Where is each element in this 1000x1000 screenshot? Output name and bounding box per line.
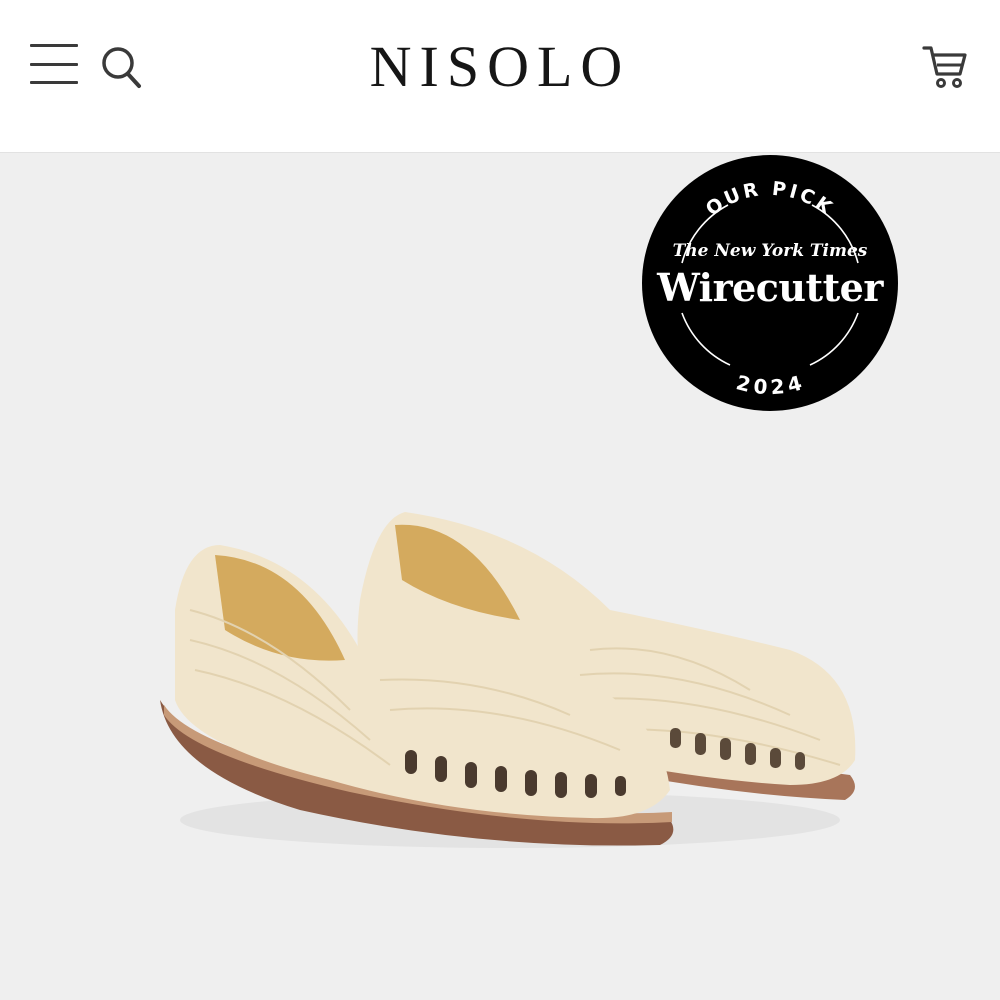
badge-title: Wirecutter xyxy=(657,265,883,310)
shopping-cart-icon[interactable] xyxy=(922,44,970,90)
brand-logo[interactable]: NISOLO xyxy=(0,32,1000,102)
wirecutter-badge: OUR PICK 2024 The New York Times Wirecut… xyxy=(640,153,900,413)
site-header: NISOLO xyxy=(0,0,1000,153)
badge-publisher: The New York Times xyxy=(672,241,868,261)
huarache-sandals-image xyxy=(150,500,870,870)
